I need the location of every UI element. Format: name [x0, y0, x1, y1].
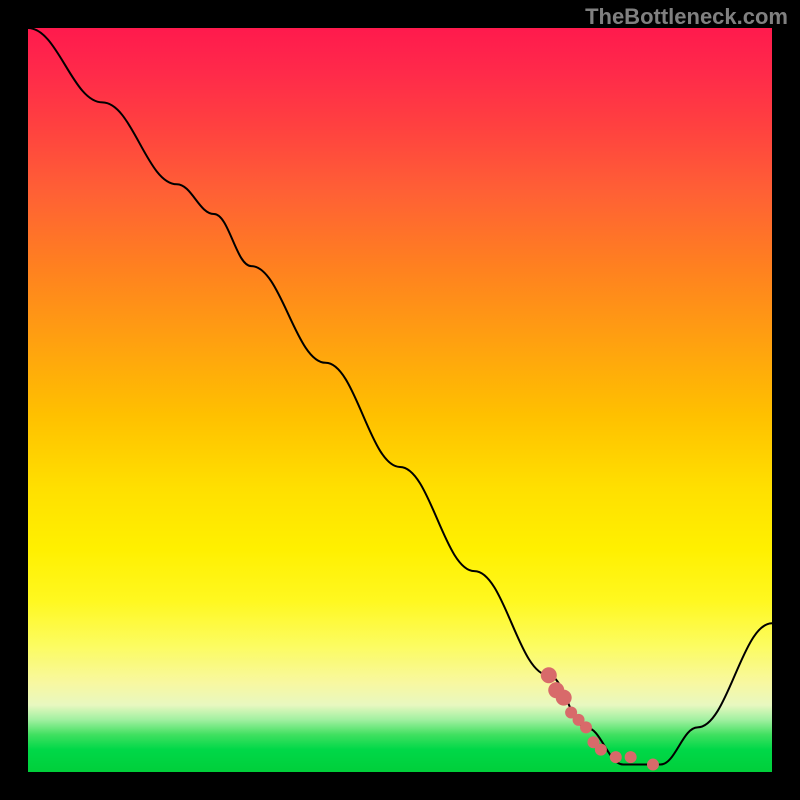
highlight-dot	[556, 690, 572, 706]
highlight-dot	[610, 751, 622, 763]
highlight-dot	[647, 759, 659, 771]
highlight-dot	[595, 744, 607, 756]
highlight-dot	[541, 667, 557, 683]
watermark-text: TheBottleneck.com	[585, 4, 788, 30]
highlight-dots-group	[541, 667, 659, 770]
chart-svg	[28, 28, 772, 772]
bottleneck-curve-line	[28, 28, 772, 765]
highlight-dot	[625, 751, 637, 763]
highlight-dot	[580, 721, 592, 733]
plot-area	[28, 28, 772, 772]
